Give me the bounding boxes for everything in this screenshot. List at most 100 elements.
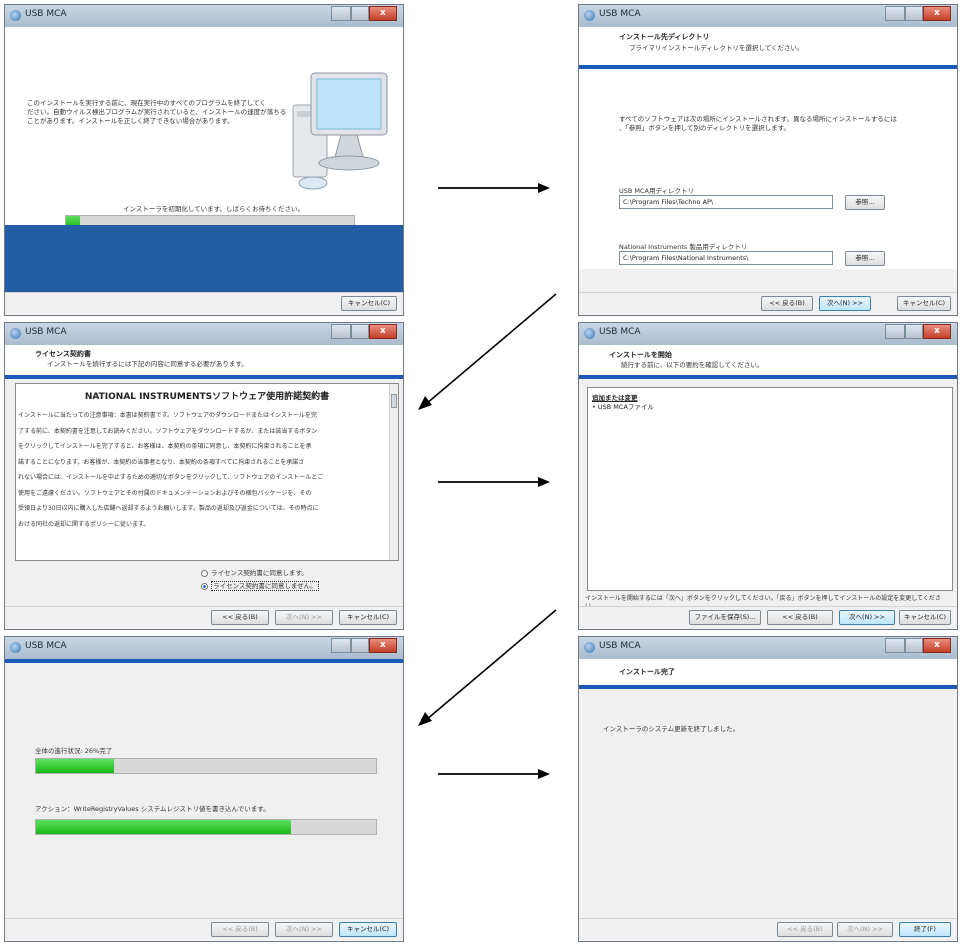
next-button[interactable]: 次へ(N) >> xyxy=(837,922,893,937)
close-button[interactable]: x xyxy=(369,6,397,21)
installer-window-progress: USB MCA x 全体の進行状況: 26%完了 アクション：WriteRegi… xyxy=(4,636,404,942)
minimize-button[interactable] xyxy=(885,6,905,21)
license-text-body: インストールに当たっての注意事項：本書は契約書です。ソフトウェアのダウンロードま… xyxy=(18,408,323,532)
installer-window-complete: USB MCA x インストール完了 インストーラのシステム更新を終了しました。… xyxy=(578,636,958,942)
footer-bar: キャンセル(C) xyxy=(5,292,403,315)
blue-banner xyxy=(5,225,403,293)
overall-progress-label: 全体の進行状況: 26%完了 xyxy=(35,747,113,755)
footer-bar: << 戻る(B) 次へ(N) >> キャンセル(C) xyxy=(5,606,403,629)
cancel-button[interactable]: キャンセル(C) xyxy=(897,296,951,311)
init-status-text: インストーラを初期化しています。しばらくお待ちください。 xyxy=(123,205,305,213)
decline-license-option[interactable]: ライセンス契約書に同意しません。 xyxy=(201,580,319,591)
back-button[interactable]: << 戻る(B) xyxy=(211,610,269,625)
footer-bar: << 戻る(B) 次へ(N) >> キャンセル(C) xyxy=(5,918,403,941)
license-text-box[interactable]: NATIONAL INSTRUMENTSソフトウェア使用許諾契約書 インストール… xyxy=(15,383,399,561)
usb-dir-input[interactable]: C:\Program Files\Techno AP\ xyxy=(619,195,833,209)
installer-window-license: USB MCA x ライセンス契約書 インストールを続行するには下記の内容に同意… xyxy=(4,322,404,630)
decline-option-label: ライセンス契約書に同意しません。 xyxy=(211,581,319,591)
header-panel: インストール完了 xyxy=(579,659,957,685)
complete-message: インストーラのシステム更新を終了しました。 xyxy=(603,725,740,733)
header-panel: インストールを開始 続行する前に、以下の要約を確認してください。 xyxy=(579,345,957,375)
cancel-button[interactable]: キャンセル(C) xyxy=(899,610,951,625)
title-bar[interactable]: USB MCA x xyxy=(579,5,957,27)
maximize-button[interactable] xyxy=(351,6,369,21)
save-file-button[interactable]: ファイルを保存(S)... xyxy=(689,610,761,625)
init-content: このインストールを実行する前に、現在実行中のすべてのプログラムを終了してく ださ… xyxy=(5,27,403,229)
license-text-line: おける同社の返却に関するポリシーに従います。 xyxy=(18,520,150,528)
cancel-button[interactable]: キャンセル(C) xyxy=(341,296,397,311)
decline-radio[interactable] xyxy=(201,582,208,590)
accept-radio[interactable] xyxy=(201,569,208,577)
back-button[interactable]: << 戻る(B) xyxy=(761,296,813,311)
init-message-line: ことがあります。インストールを正しく終了できない場合があります。 xyxy=(27,117,234,125)
close-icon: x xyxy=(380,8,386,18)
close-button[interactable]: x xyxy=(923,638,951,653)
close-icon: x xyxy=(380,640,386,650)
license-text-line: インストールに当たっての注意事項：本書は契約書です。ソフトウェアのダウンロードま… xyxy=(18,412,317,419)
ni-dir-label: National Instruments 製品用ディレクトリ xyxy=(619,243,748,251)
close-icon: x xyxy=(380,326,386,336)
close-button[interactable]: x xyxy=(369,324,397,339)
minimize-button[interactable] xyxy=(331,638,351,653)
maximize-button[interactable] xyxy=(351,324,369,339)
accept-option-label: ライセンス契約書に同意します。 xyxy=(211,569,308,577)
next-button[interactable]: 次へ(N) >> xyxy=(275,610,333,625)
usb-dir-label: USB MCA用ディレクトリ xyxy=(619,187,695,195)
window-title: USB MCA xyxy=(25,641,67,651)
header-subtitle: 続行する前に、以下の要約を確認してください。 xyxy=(621,361,764,369)
maximize-button[interactable] xyxy=(905,324,923,339)
app-icon xyxy=(584,642,595,653)
footer-bar: << 戻る(B) 次へ(N) >> 終了(F) xyxy=(579,918,957,941)
maximize-button[interactable] xyxy=(905,638,923,653)
cancel-button[interactable]: キャンセル(C) xyxy=(339,922,397,937)
summary-footer-note: インストールを開始するには「次へ」ボタンをクリックしてください。「戻る」ボタンを… xyxy=(585,595,941,602)
title-bar[interactable]: USB MCA x xyxy=(579,637,957,659)
minimize-button[interactable] xyxy=(331,6,351,21)
browse-button[interactable]: 参照... xyxy=(845,195,885,210)
maximize-button[interactable] xyxy=(351,638,369,653)
flow-arrow-right-icon xyxy=(438,477,550,487)
action-progress-bar xyxy=(35,819,377,835)
finish-button[interactable]: 終了(F) xyxy=(899,922,951,937)
next-button[interactable]: 次へ(N) >> xyxy=(839,610,895,625)
close-button[interactable]: x xyxy=(923,6,951,21)
title-bar[interactable]: USB MCA x xyxy=(5,323,403,345)
title-bar[interactable]: USB MCA x xyxy=(5,5,403,27)
action-progress-fill xyxy=(36,820,291,834)
title-bar[interactable]: USB MCA x xyxy=(5,637,403,659)
browse-button[interactable]: 参照... xyxy=(845,251,885,266)
minimize-button[interactable] xyxy=(885,638,905,653)
back-button[interactable]: << 戻る(B) xyxy=(777,922,833,937)
summary-list-item: • USB MCAファイル xyxy=(592,403,654,411)
ni-dir-input[interactable]: C:\Program Files\National Instruments\ xyxy=(619,251,833,265)
footer-bar: ファイルを保存(S)... << 戻る(B) 次へ(N) >> キャンセル(C) xyxy=(579,606,957,629)
close-button[interactable]: x xyxy=(923,324,951,339)
computer-illustration-icon xyxy=(292,72,388,190)
overall-progress-bar xyxy=(35,758,377,774)
summary-list-box[interactable]: 追加または変更 • USB MCAファイル xyxy=(587,387,953,591)
window-title: USB MCA xyxy=(599,327,641,337)
minimize-button[interactable] xyxy=(331,324,351,339)
back-button[interactable]: << 戻る(B) xyxy=(211,922,269,937)
license-text-line: 了する前に、本契約書を注意してお読みください。ソフトウェアをダウンロードするか、… xyxy=(18,427,318,435)
scrollbar-thumb[interactable] xyxy=(391,394,397,408)
maximize-button[interactable] xyxy=(905,6,923,21)
title-bar[interactable]: USB MCA x xyxy=(579,323,957,345)
next-button[interactable]: 次へ(N) >> xyxy=(275,922,333,937)
license-text-line: 受領日より30日以内に購入した店舗へ返却するようお願いします。製品の返却及び返金… xyxy=(18,505,319,512)
back-button[interactable]: << 戻る(B) xyxy=(767,610,833,625)
accept-license-option[interactable]: ライセンス契約書に同意します。 xyxy=(201,567,308,577)
close-icon: x xyxy=(934,640,940,650)
minimize-button[interactable] xyxy=(885,324,905,339)
cancel-button[interactable]: キャンセル(C) xyxy=(339,610,397,625)
header-panel: ライセンス契約書 インストールを続行するには下記の内容に同意する必要があります。 xyxy=(5,345,403,375)
app-icon xyxy=(10,328,21,339)
close-icon: x xyxy=(934,8,940,18)
flow-arrow-right-icon xyxy=(438,769,550,779)
window-title: USB MCA xyxy=(25,9,67,19)
footer-bar: << 戻る(B) 次へ(N) >> キャンセル(C) xyxy=(579,292,957,315)
next-button[interactable]: 次へ(N) >> xyxy=(819,296,871,311)
license-scrollbar[interactable] xyxy=(389,384,398,560)
close-button[interactable]: x xyxy=(369,638,397,653)
window-title: USB MCA xyxy=(599,641,641,651)
